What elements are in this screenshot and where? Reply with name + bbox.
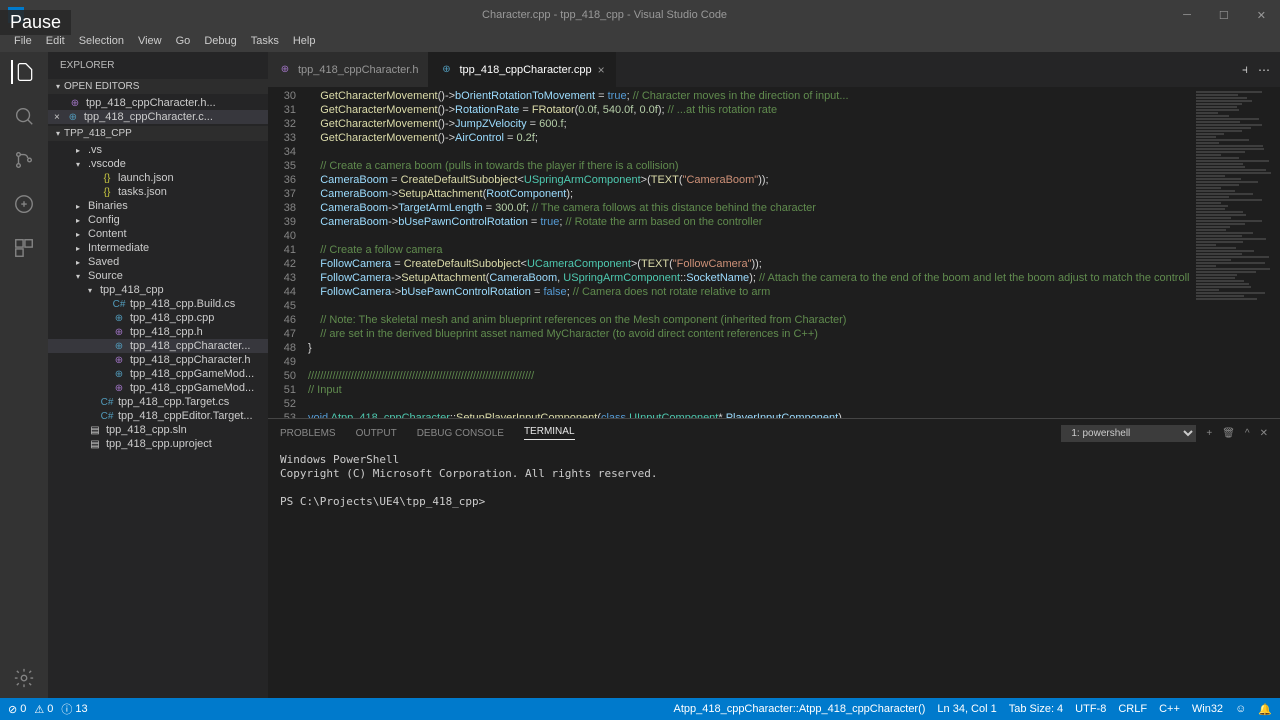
- tree-item[interactable]: C#tpp_418_cppEditor.Target...: [48, 409, 268, 423]
- editor-area: ⊕tpp_418_cppCharacter.h⊕tpp_418_cppChara…: [268, 52, 1280, 698]
- status-eol[interactable]: CRLF: [1118, 703, 1147, 715]
- project-header[interactable]: TPP_418_CPP: [48, 126, 268, 141]
- menu-debug[interactable]: Debug: [198, 33, 242, 49]
- status-tab-size[interactable]: Tab Size: 4: [1009, 703, 1063, 715]
- status-notif[interactable]: Win32: [1192, 703, 1223, 715]
- split-icon[interactable]: ⫞: [1242, 62, 1248, 77]
- settings-icon[interactable]: [12, 666, 36, 690]
- tree-item[interactable]: ▸Binaries: [48, 199, 268, 213]
- maximize-button[interactable]: ☐: [1213, 7, 1235, 24]
- tree-item[interactable]: ▾Source: [48, 269, 268, 283]
- status-encoding[interactable]: UTF-8: [1075, 703, 1106, 715]
- bottom-panel: PROBLEMS OUTPUT DEBUG CONSOLE TERMINAL 1: p…: [268, 418, 1280, 698]
- status-feedback-icon[interactable]: ☺: [1235, 703, 1246, 715]
- tree-item[interactable]: ▸.vs: [48, 143, 268, 157]
- terminal-body[interactable]: Windows PowerShell Copyright (C) Microso…: [268, 447, 1280, 698]
- minimap[interactable]: [1190, 87, 1280, 418]
- menu-edit[interactable]: Edit: [40, 33, 71, 49]
- status-bell-icon[interactable]: 🔔: [1258, 703, 1272, 716]
- panel-close-icon[interactable]: ✕: [1260, 428, 1268, 439]
- open-editor-item[interactable]: ⊕tpp_418_cppCharacter.h...: [48, 96, 268, 110]
- panel-tab-terminal[interactable]: TERMINAL: [524, 426, 575, 440]
- close-button[interactable]: ✕: [1251, 7, 1272, 24]
- minimize-button[interactable]: ─: [1177, 7, 1197, 24]
- more-icon[interactable]: ⋯: [1258, 63, 1270, 77]
- status-warnings[interactable]: ⚠ 0: [34, 703, 53, 716]
- open-editors-list: ⊕tpp_418_cppCharacter.h...×⊕tpp_418_cppC…: [48, 94, 268, 126]
- tree-item[interactable]: ⊕tpp_418_cppCharacter...: [48, 339, 268, 353]
- menubar: FileEditSelectionViewGoDebugTasksHelp: [0, 30, 1280, 52]
- tree-item[interactable]: ▾.vscode: [48, 157, 268, 171]
- tree-item[interactable]: ▸Content: [48, 227, 268, 241]
- tree-item[interactable]: ▸Intermediate: [48, 241, 268, 255]
- open-editor-item[interactable]: ×⊕tpp_418_cppCharacter.c...: [48, 110, 268, 124]
- explorer-icon[interactable]: [11, 60, 35, 84]
- tree-item[interactable]: ▾tpp_418_cpp: [48, 283, 268, 297]
- tree-item[interactable]: ▸Saved: [48, 255, 268, 269]
- editor-tab[interactable]: ⊕tpp_418_cppCharacter.h: [268, 52, 429, 87]
- menu-go[interactable]: Go: [170, 33, 197, 49]
- tree-item[interactable]: ⊕tpp_418_cppCharacter.h: [48, 353, 268, 367]
- tree-item[interactable]: ⊕tpp_418_cpp.h: [48, 325, 268, 339]
- new-terminal-icon[interactable]: +: [1206, 428, 1212, 439]
- tree-item[interactable]: ⊕tpp_418_cppGameMod...: [48, 381, 268, 395]
- menu-help[interactable]: Help: [287, 33, 322, 49]
- panel-tab-debug-console[interactable]: DEBUG CONSOLE: [417, 428, 504, 439]
- activity-bar: [0, 52, 48, 698]
- editor-tabs: ⊕tpp_418_cppCharacter.h⊕tpp_418_cppChara…: [268, 52, 1280, 87]
- panel-tab-output[interactable]: OUTPUT: [356, 428, 397, 439]
- line-gutter: 3031323334353637383940414243444546474849…: [268, 87, 308, 418]
- tree-item[interactable]: C#tpp_418_cpp.Build.cs: [48, 297, 268, 311]
- menu-selection[interactable]: Selection: [73, 33, 130, 49]
- menu-file[interactable]: File: [8, 33, 38, 49]
- extensions-icon[interactable]: [12, 236, 36, 260]
- tree-item[interactable]: {}launch.json: [48, 171, 268, 185]
- editor-tab[interactable]: ⊕tpp_418_cppCharacter.cpp×: [429, 52, 615, 87]
- tree-item[interactable]: ▤tpp_418_cpp.uproject: [48, 437, 268, 451]
- panel-tab-problems[interactable]: PROBLEMS: [280, 428, 336, 439]
- menu-tasks[interactable]: Tasks: [245, 33, 285, 49]
- kill-terminal-icon[interactable]: 🗑: [1222, 428, 1235, 439]
- titlebar: Character.cpp - tpp_418_cpp - Visual Stu…: [0, 0, 1280, 30]
- file-tree: ▸.vs▾.vscode{}launch.json{}tasks.json▸Bi…: [48, 141, 268, 453]
- status-language[interactable]: C++: [1159, 703, 1180, 715]
- panel-up-icon[interactable]: ^: [1245, 428, 1250, 439]
- editor-body[interactable]: 3031323334353637383940414243444546474849…: [268, 87, 1280, 418]
- panel-tabs: PROBLEMS OUTPUT DEBUG CONSOLE TERMINAL 1: p…: [268, 419, 1280, 447]
- status-info[interactable]: ⓘ 13: [61, 701, 87, 717]
- window-title: Character.cpp - tpp_418_cpp - Visual Stu…: [32, 9, 1177, 21]
- source-control-icon[interactable]: [12, 148, 36, 172]
- statusbar: ⊘ 0 ⚠ 0 ⓘ 13 Atpp_418_cppCharacter::Atpp…: [0, 698, 1280, 720]
- tree-item[interactable]: C#tpp_418_cpp.Target.cs: [48, 395, 268, 409]
- tree-item[interactable]: ▤tpp_418_cpp.sln: [48, 423, 268, 437]
- sidebar-title: EXPLORER: [48, 52, 268, 79]
- tree-item[interactable]: ⊕tpp_418_cpp.cpp: [48, 311, 268, 325]
- tree-item[interactable]: ▸Config: [48, 213, 268, 227]
- open-editors-header[interactable]: OPEN EDITORS: [48, 79, 268, 94]
- sidebar: EXPLORER OPEN EDITORS ⊕tpp_418_cppCharac…: [48, 52, 268, 698]
- status-errors[interactable]: ⊘ 0: [8, 703, 26, 716]
- pause-overlay: Pause: [0, 10, 71, 35]
- terminal-select[interactable]: 1: powershell: [1061, 425, 1196, 442]
- menu-view[interactable]: View: [132, 33, 168, 49]
- tree-item[interactable]: ⊕tpp_418_cppGameMod...: [48, 367, 268, 381]
- search-icon[interactable]: [12, 104, 36, 128]
- code-content[interactable]: GetCharacterMovement()->bOrientRotationT…: [308, 87, 1190, 418]
- status-breadcrumb[interactable]: Atpp_418_cppCharacter::Atpp_418_cppChara…: [673, 703, 925, 715]
- debug-icon[interactable]: [12, 192, 36, 216]
- tree-item[interactable]: {}tasks.json: [48, 185, 268, 199]
- status-ln-col[interactable]: Ln 34, Col 1: [937, 703, 996, 715]
